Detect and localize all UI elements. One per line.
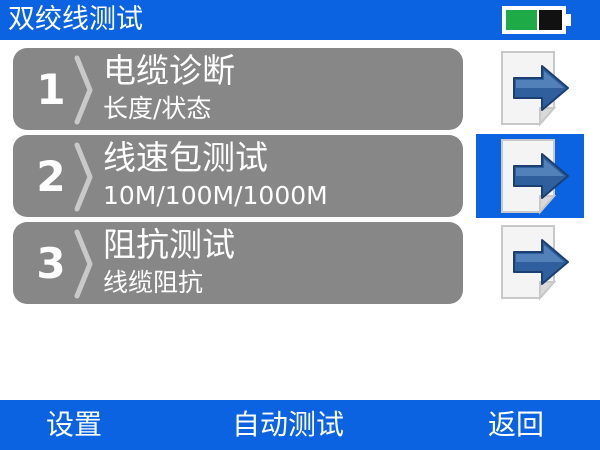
menu-item-subtitle: 线缆阻抗 <box>103 268 204 297</box>
menu-item-impedance-test[interactable]: 3 阻抗测试 线缆阻抗 <box>13 222 463 304</box>
go-button-line-speed-test[interactable] <box>476 134 584 218</box>
battery-level-fill <box>506 10 537 30</box>
menu-item-cable-diagnosis[interactable]: 1 电缆诊断 长度/状态 <box>13 48 463 130</box>
doc-arrow-icon <box>501 51 569 127</box>
doc-arrow-icon <box>501 139 569 215</box>
battery-terminal <box>566 14 571 26</box>
softkey-bar: 设置 自动测试 返回 <box>0 400 600 450</box>
right-bracket-icon <box>74 229 93 299</box>
menu-item-title: 阻抗测试 <box>103 225 235 264</box>
menu-item-number: 2 <box>36 152 66 201</box>
battery-icon <box>502 6 566 34</box>
menu-item-title: 电缆诊断 <box>103 51 235 90</box>
right-bracket-icon <box>74 142 93 212</box>
menu-item-subtitle: 10M/100M/1000M <box>103 181 328 210</box>
right-bracket-icon <box>74 55 93 125</box>
back-button[interactable]: 返回 <box>488 406 544 444</box>
settings-button[interactable]: 设置 <box>46 406 102 444</box>
go-button-cable-diagnosis[interactable] <box>476 46 584 130</box>
menu-item-subtitle: 长度/状态 <box>103 94 212 123</box>
doc-arrow-icon <box>501 225 569 301</box>
menu-item-line-speed-test[interactable]: 2 线速包测试 10M/100M/1000M <box>13 135 463 217</box>
page-title: 双绞线测试 <box>8 4 143 35</box>
title-bar: 双绞线测试 <box>0 0 600 40</box>
auto-test-button[interactable]: 自动测试 <box>232 406 344 444</box>
menu-item-number: 3 <box>36 239 66 288</box>
menu-item-number: 1 <box>36 65 66 114</box>
battery-empty-area <box>539 10 562 30</box>
go-button-impedance-test[interactable] <box>476 220 584 304</box>
menu-item-title: 线速包测试 <box>103 138 268 177</box>
